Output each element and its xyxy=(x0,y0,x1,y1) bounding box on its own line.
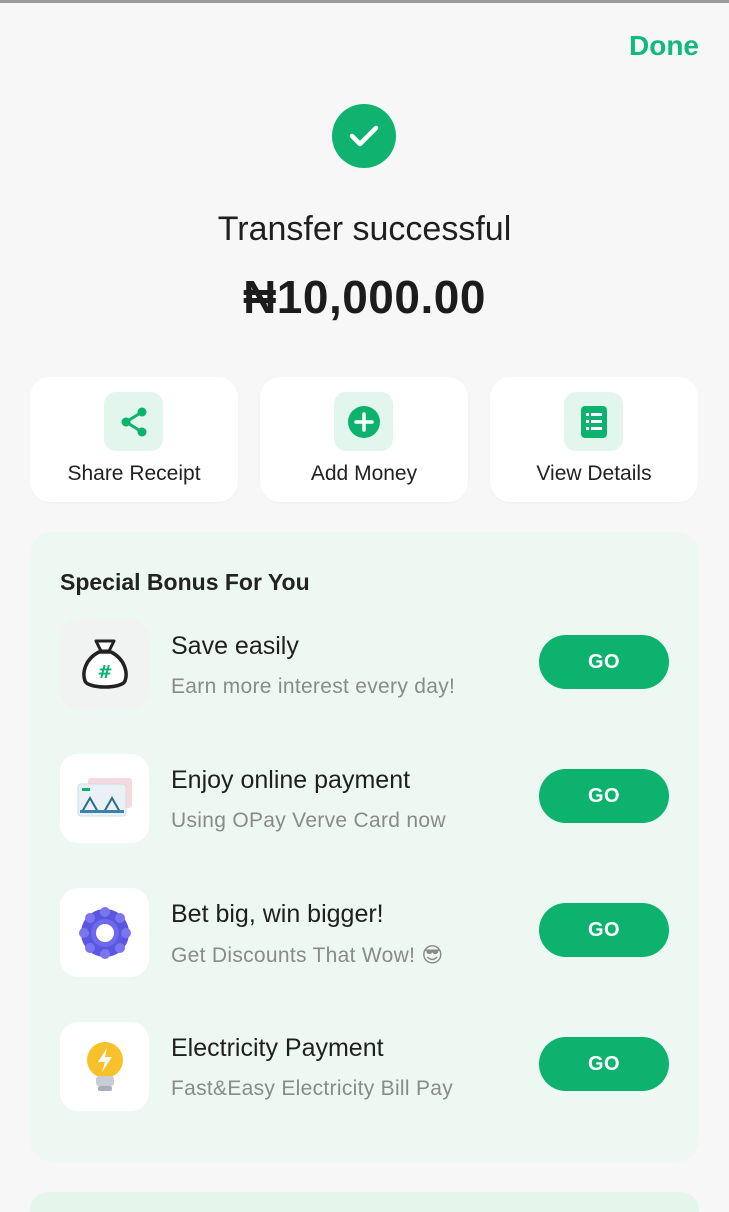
light-bulb-icon xyxy=(60,1022,149,1111)
go-button[interactable]: GO xyxy=(539,903,669,957)
bonus-item-title: Enjoy online payment xyxy=(171,766,411,794)
next-card-peek xyxy=(30,1192,699,1212)
bonus-item-title: Electricity Payment xyxy=(171,1034,384,1062)
view-details-button[interactable]: View Details xyxy=(490,377,698,502)
add-circle-icon xyxy=(334,392,393,451)
bonus-item-electricity: Electricity Payment Fast&Easy Electricit… xyxy=(60,1022,669,1112)
bonus-item-bet-big: Bet big, win bigger! Get Discounts That … xyxy=(60,888,669,978)
bonus-item-subtitle: Using OPay Verve Card now xyxy=(171,809,446,832)
go-button[interactable]: GO xyxy=(539,635,669,689)
view-details-label: View Details xyxy=(536,462,652,485)
special-bonus-panel: Special Bonus For You # Save easily Earn… xyxy=(30,532,699,1162)
status-divider xyxy=(0,0,729,3)
svg-text:#: # xyxy=(97,662,112,683)
share-icon xyxy=(104,392,163,451)
bonus-item-online-payment: Enjoy online payment Using OPay Verve Ca… xyxy=(60,754,669,844)
transfer-amount: ₦10,000.00 xyxy=(243,271,486,323)
bonus-item-subtitle: Fast&Easy Electricity Bill Pay xyxy=(171,1077,454,1100)
bonus-item-subtitle: Earn more interest every day! xyxy=(171,675,456,698)
go-button[interactable]: GO xyxy=(539,769,669,823)
bonus-item-title: Bet big, win bigger! xyxy=(171,900,384,928)
bonus-item-save-easily: # Save easily Earn more interest every d… xyxy=(60,620,669,710)
bonus-item-subtitle: Get Discounts That Wow! 😎 xyxy=(171,944,444,967)
betting-chip-icon xyxy=(60,888,149,977)
transfer-status-title: Transfer successful xyxy=(217,210,512,248)
bonus-item-title: Save easily xyxy=(171,632,299,660)
bonus-section-title: Special Bonus For You xyxy=(60,569,310,595)
share-receipt-label: Share Receipt xyxy=(67,462,201,485)
share-receipt-button[interactable]: Share Receipt xyxy=(30,377,238,502)
action-buttons: Share Receipt Add Money View Details xyxy=(30,377,699,502)
money-bag-icon: # xyxy=(60,620,149,709)
add-money-button[interactable]: Add Money xyxy=(260,377,468,502)
success-check-icon xyxy=(332,104,396,168)
done-button[interactable]: Done xyxy=(629,30,699,62)
verve-card-icon xyxy=(60,754,149,843)
go-button[interactable]: GO xyxy=(539,1037,669,1091)
document-list-icon xyxy=(564,392,623,451)
add-money-label: Add Money xyxy=(310,462,418,485)
